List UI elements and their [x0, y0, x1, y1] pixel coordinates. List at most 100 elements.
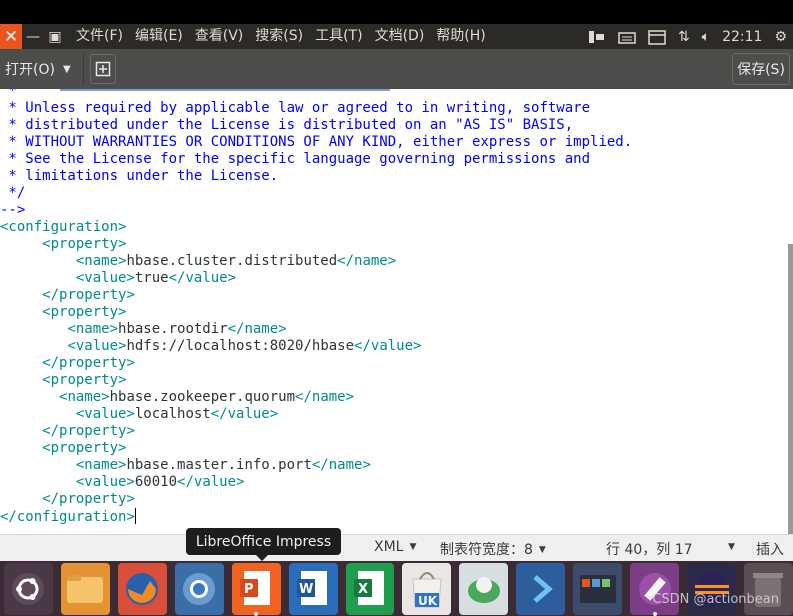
- code-line: <name>hbase.master.info.port</name>: [0, 457, 632, 474]
- cursor-position-label: 行 40，列 17: [606, 542, 693, 558]
- calc-icon[interactable]: X: [345, 562, 395, 615]
- code-line: * See the License for the specific langu…: [0, 151, 632, 168]
- menu-file[interactable]: 文件(F): [70, 24, 129, 49]
- save-button[interactable]: 保存(S): [732, 53, 790, 85]
- xml-tag: <name>: [75, 253, 127, 269]
- menu-tools[interactable]: 工具(T): [309, 24, 368, 49]
- tab-width-selector[interactable]: 制表符宽度：8 ▼: [440, 539, 546, 559]
- xml-tag: </value>: [210, 406, 279, 422]
- code-line: * limitations under the License.: [0, 168, 632, 185]
- code-line: </property>: [0, 355, 632, 372]
- svg-text:P: P: [244, 582, 254, 597]
- firefox-icon[interactable]: [117, 562, 167, 615]
- maximize-icon[interactable]: ▣: [44, 24, 66, 49]
- menu-documents[interactable]: 文档(D): [369, 24, 431, 49]
- network-icon[interactable]: ⇅: [672, 29, 696, 45]
- xml-tag: </name>: [227, 321, 287, 337]
- code-line: * Unless required by applicable law or a…: [0, 100, 632, 117]
- xml-tag: <property>: [42, 304, 127, 320]
- code-line: * WITHOUT WARRANTIES OR CONDITIONS OF AN…: [0, 134, 632, 151]
- code-text: hbase.master.info.port: [126, 457, 312, 473]
- calendar-icon[interactable]: [642, 29, 672, 45]
- ubuntu-logo-icon[interactable]: [4, 562, 53, 615]
- xml-tag: </property>: [42, 287, 135, 303]
- code-text: hbase.rootdir: [118, 321, 228, 337]
- menu-view[interactable]: 查看(V): [189, 24, 250, 49]
- menu-help[interactable]: 帮助(H): [430, 24, 491, 49]
- xml-tag: <configuration>: [0, 219, 127, 235]
- xml-tag: </name>: [295, 389, 355, 405]
- xml-tag: </name>: [311, 457, 371, 473]
- new-tab-button[interactable]: [90, 54, 116, 84]
- menu-search[interactable]: 搜索(S): [249, 24, 309, 49]
- remote-desktop-icon[interactable]: [516, 562, 566, 615]
- dock: P W X UK: [0, 561, 793, 616]
- xml-tag: <property>: [42, 236, 127, 252]
- comment-text: -->: [0, 202, 26, 218]
- xml-tag: </name>: [337, 253, 397, 269]
- code-line: </property>: [0, 423, 632, 440]
- xml-tag: <value>: [75, 474, 135, 490]
- impress-icon[interactable]: P: [231, 562, 281, 616]
- code-line: <property>: [0, 372, 632, 389]
- status-bar: XML ▼ 制表符宽度：8 ▼ 行 40，列 17 ▼ 插入: [0, 534, 793, 561]
- code-line: <property>: [0, 304, 632, 321]
- xml-tag: <property>: [42, 440, 127, 456]
- svg-text:X: X: [358, 582, 368, 597]
- code-line: <name>hbase.cluster.distributed</name>: [0, 253, 632, 270]
- position-menu[interactable]: ▼: [722, 539, 735, 555]
- xml-tag: </value>: [177, 474, 245, 490]
- insert-mode[interactable]: 插入: [756, 539, 784, 559]
- code-line: *: [0, 89, 632, 100]
- cursor-position[interactable]: 行 40，列 17: [606, 539, 693, 559]
- code-text: true: [134, 270, 169, 286]
- code-text: hbase.zookeeper.quorum: [109, 389, 296, 405]
- xml-tag: </value>: [354, 338, 422, 354]
- system-tray: ⇅ 🔈︎ 22:11 ⚙: [582, 24, 793, 49]
- code-text: localhost: [134, 406, 211, 422]
- code-line: <name>hbase.zookeeper.quorum</name>: [0, 389, 632, 406]
- svg-text:W: W: [299, 582, 313, 597]
- ubuntu-one-icon[interactable]: [459, 562, 509, 615]
- comment-text: *: [0, 89, 17, 99]
- xml-tag: <name>: [75, 457, 127, 473]
- volume-icon[interactable]: 🔈︎: [696, 29, 716, 45]
- chevron-down-icon: ▼: [728, 542, 735, 552]
- writer-icon[interactable]: W: [288, 562, 338, 615]
- keyboard-icon[interactable]: [612, 30, 642, 44]
- scrollbar-thumb[interactable]: [788, 244, 793, 534]
- bluetooth-icon[interactable]: [582, 30, 612, 44]
- files-icon[interactable]: [60, 562, 110, 615]
- text-editor-area[interactable]: * * Unless required by applicable law or…: [0, 89, 793, 534]
- dock-tooltip: LibreOffice Impress: [186, 528, 341, 555]
- terminal-icon[interactable]: [573, 562, 623, 615]
- tab-width-label: 制表符宽度：8: [440, 542, 533, 558]
- code-view[interactable]: * * Unless required by applicable law or…: [0, 89, 632, 525]
- code-line: </configuration>: [0, 508, 632, 525]
- comment-text: * WITHOUT WARRANTIES OR CONDITIONS OF AN…: [0, 134, 633, 150]
- code-line: <value>localhost</value>: [0, 406, 632, 423]
- active-indicator: [652, 611, 657, 616]
- chromium-icon[interactable]: [174, 562, 224, 615]
- clock[interactable]: 22:11: [716, 29, 768, 45]
- settings-gear-icon[interactable]: ⚙: [768, 29, 793, 45]
- software-center-icon[interactable]: UK: [402, 562, 452, 615]
- xml-tag: <name>: [59, 389, 110, 405]
- minimize-icon[interactable]: —: [22, 24, 44, 49]
- open-label: 打开(O): [5, 62, 55, 78]
- chevron-down-icon: ▼: [409, 542, 417, 552]
- close-icon[interactable]: ✕: [0, 24, 22, 49]
- tooltip-arrow: [256, 555, 268, 561]
- open-button[interactable]: 打开(O) ▼: [0, 53, 84, 85]
- xml-tag: <property>: [42, 372, 127, 388]
- language-selector[interactable]: XML ▼: [374, 539, 416, 555]
- menu-edit[interactable]: 编辑(E): [129, 24, 189, 49]
